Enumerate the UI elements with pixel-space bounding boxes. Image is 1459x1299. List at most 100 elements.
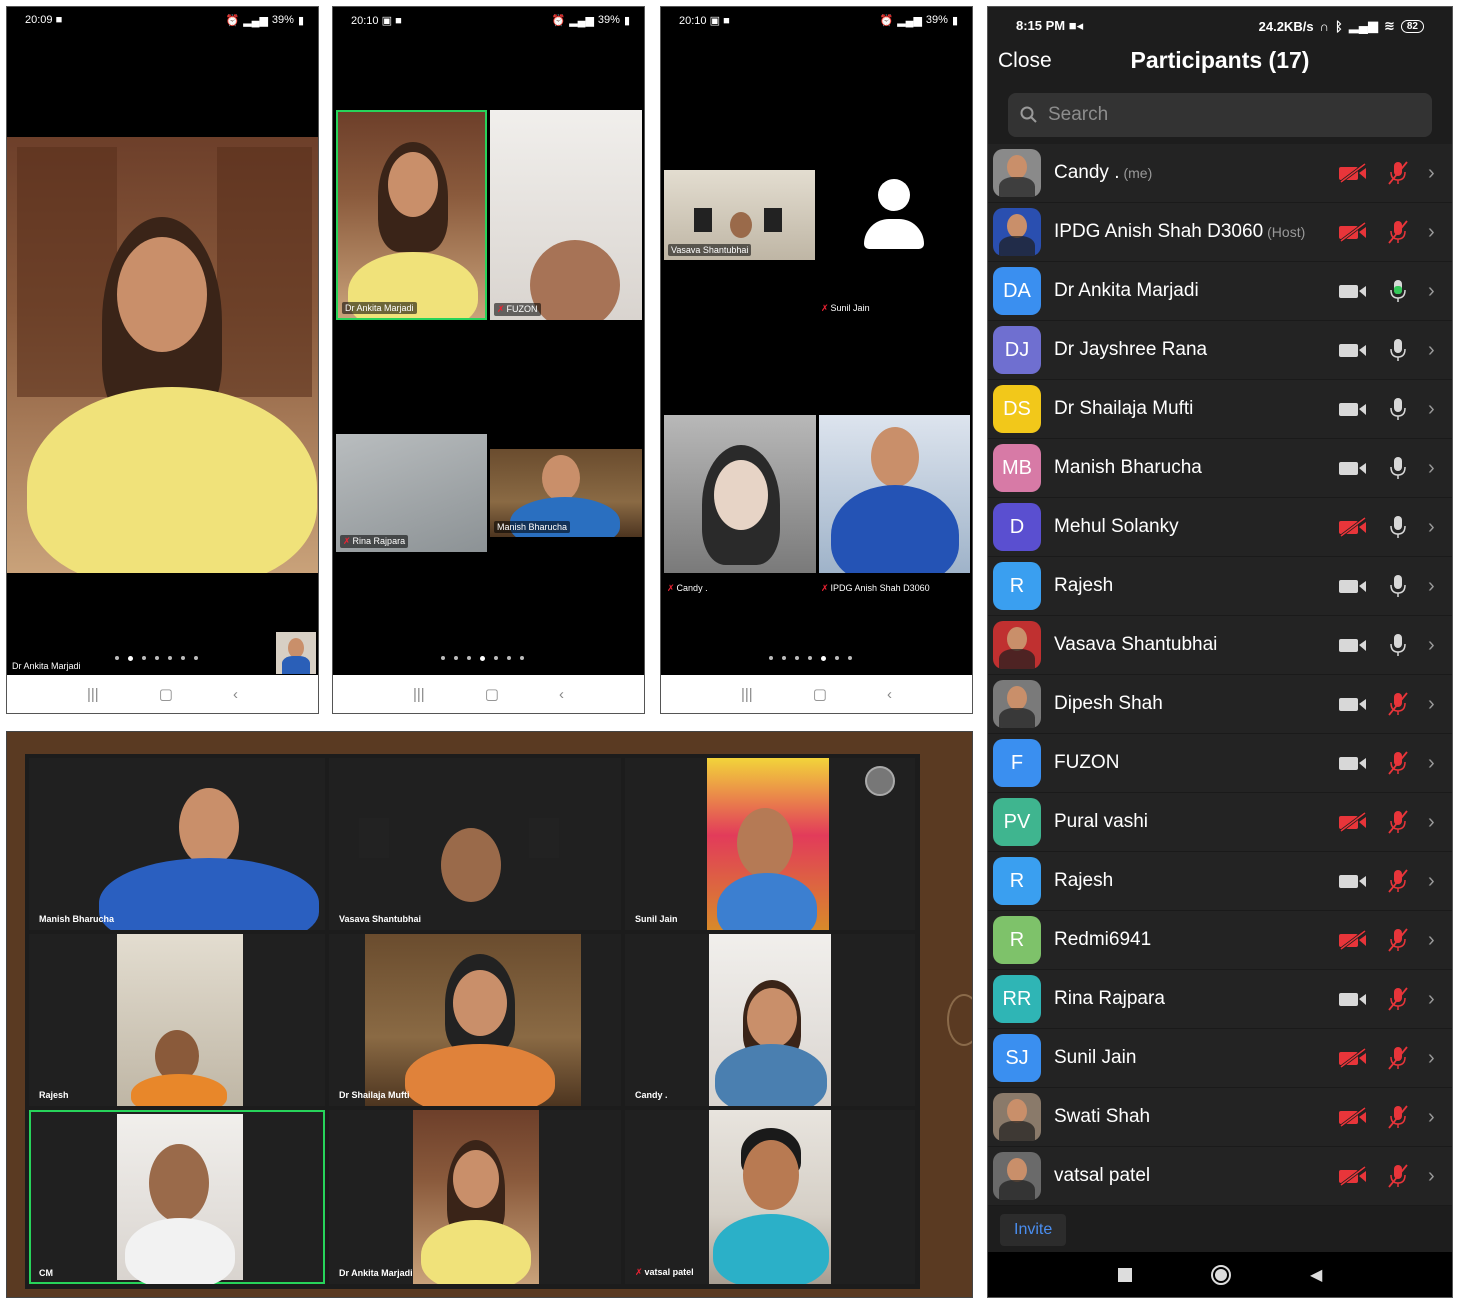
speaker-video[interactable]: [7, 137, 318, 573]
search-input[interactable]: Search: [1008, 93, 1432, 137]
video-on-icon[interactable]: [1338, 575, 1368, 597]
chevron-right-icon[interactable]: ›: [1428, 693, 1438, 716]
self-view-thumbnail[interactable]: [276, 632, 316, 674]
participant-row[interactable]: D Mehul Solanky ›: [988, 498, 1452, 557]
video-tile[interactable]: Manish Bharucha: [490, 449, 642, 537]
home-button[interactable]: ▢: [159, 685, 173, 703]
gallery-tile[interactable]: Candy .: [625, 934, 915, 1106]
video-tile[interactable]: [819, 415, 970, 573]
mic-muted-icon[interactable]: [1386, 691, 1410, 717]
participant-row[interactable]: F FUZON ›: [988, 734, 1452, 793]
gallery-tile[interactable]: Dr Ankita Marjadi: [329, 1110, 621, 1284]
mic-on-icon[interactable]: [1386, 337, 1410, 363]
mic-on-icon[interactable]: [1386, 396, 1410, 422]
video-on-icon[interactable]: [1338, 457, 1368, 479]
mic-muted-icon[interactable]: [1386, 160, 1410, 186]
chevron-right-icon[interactable]: ›: [1428, 1165, 1438, 1188]
video-on-icon[interactable]: [1338, 280, 1368, 302]
gallery-tile[interactable]: Vasava Shantubhai: [329, 758, 621, 930]
chevron-right-icon[interactable]: ›: [1428, 516, 1438, 539]
video-off-icon[interactable]: [1338, 811, 1368, 833]
chevron-right-icon[interactable]: ›: [1428, 221, 1438, 244]
participant-row[interactable]: DS Dr Shailaja Mufti ›: [988, 380, 1452, 439]
video-off-icon[interactable]: [1338, 162, 1368, 184]
chevron-right-icon[interactable]: ›: [1428, 811, 1438, 834]
gallery-tile[interactable]: Manish Bharucha: [29, 758, 325, 930]
back-button[interactable]: ‹: [559, 686, 564, 703]
back-button[interactable]: ‹: [887, 686, 892, 703]
participant-row[interactable]: PV Pural vashi ›: [988, 793, 1452, 852]
chevron-right-icon[interactable]: ›: [1428, 339, 1438, 362]
participant-row[interactable]: R Redmi6941 ›: [988, 911, 1452, 970]
recent-apps-button[interactable]: |||: [87, 686, 99, 703]
participant-row[interactable]: DA Dr Ankita Marjadi ›: [988, 262, 1452, 321]
recent-apps-button[interactable]: [1117, 1267, 1132, 1282]
participant-row[interactable]: R Rajesh ›: [988, 852, 1452, 911]
video-tile[interactable]: ✗ Rina Rajpara: [336, 434, 487, 552]
chevron-right-icon[interactable]: ›: [1428, 929, 1438, 952]
recent-apps-button[interactable]: |||: [741, 686, 753, 703]
participant-row[interactable]: Swati Shah ›: [988, 1088, 1452, 1147]
mic-muted-icon[interactable]: [1386, 219, 1410, 245]
video-off-icon[interactable]: [1338, 516, 1368, 538]
chevron-right-icon[interactable]: ›: [1428, 1047, 1438, 1070]
video-off-icon[interactable]: [1338, 221, 1368, 243]
chevron-right-icon[interactable]: ›: [1428, 398, 1438, 421]
chevron-right-icon[interactable]: ›: [1428, 752, 1438, 775]
video-tile[interactable]: ✗ FUZON: [490, 110, 642, 320]
video-tile[interactable]: Dr Ankita Marjadi: [336, 110, 487, 320]
home-button[interactable]: ▢: [485, 685, 499, 703]
chevron-right-icon[interactable]: ›: [1428, 988, 1438, 1011]
participant-row[interactable]: SJ Sunil Jain ›: [988, 1029, 1452, 1088]
participant-row[interactable]: R Rajesh ›: [988, 557, 1452, 616]
gallery-tile[interactable]: Dr Shailaja Mufti: [329, 934, 621, 1106]
invite-button[interactable]: Invite: [1000, 1214, 1067, 1246]
video-tile[interactable]: Vasava Shantubhai: [664, 170, 815, 260]
mic-on-icon[interactable]: [1386, 455, 1410, 481]
chevron-right-icon[interactable]: ›: [1428, 634, 1438, 657]
back-button[interactable]: ‹: [233, 686, 238, 703]
mic-muted-icon[interactable]: [1386, 927, 1410, 953]
chevron-right-icon[interactable]: ›: [1428, 162, 1438, 185]
mic-on-icon[interactable]: [1386, 632, 1410, 658]
gallery-tile[interactable]: ✗ vatsal patel: [625, 1110, 915, 1284]
video-on-icon[interactable]: [1338, 870, 1368, 892]
gallery-tile[interactable]: Rajesh: [29, 934, 325, 1106]
back-button[interactable]: ◀: [1310, 1265, 1322, 1285]
video-off-icon[interactable]: [1338, 1047, 1368, 1069]
participant-row[interactable]: Vasava Shantubhai ›: [988, 616, 1452, 675]
mic-muted-icon[interactable]: [1386, 1045, 1410, 1071]
chevron-right-icon[interactable]: ›: [1428, 870, 1438, 893]
home-button[interactable]: ▢: [813, 685, 827, 703]
mic-on-icon[interactable]: [1386, 514, 1410, 540]
chevron-right-icon[interactable]: ›: [1428, 457, 1438, 480]
mic-muted-icon[interactable]: [1386, 1104, 1410, 1130]
home-button[interactable]: [1210, 1264, 1231, 1285]
participant-row[interactable]: Candy . (me) ›: [988, 144, 1452, 203]
participant-row[interactable]: RR Rina Rajpara ›: [988, 970, 1452, 1029]
mic-muted-icon[interactable]: [1386, 868, 1410, 894]
video-on-icon[interactable]: [1338, 988, 1368, 1010]
video-on-icon[interactable]: [1338, 634, 1368, 656]
chevron-right-icon[interactable]: ›: [1428, 1106, 1438, 1129]
recent-apps-button[interactable]: |||: [413, 686, 425, 703]
gallery-tile-active-speaker[interactable]: CM: [29, 1110, 325, 1284]
video-off-icon[interactable]: [1338, 929, 1368, 951]
chevron-right-icon[interactable]: ›: [1428, 575, 1438, 598]
video-on-icon[interactable]: [1338, 398, 1368, 420]
video-on-icon[interactable]: [1338, 693, 1368, 715]
mic-muted-icon[interactable]: [1386, 750, 1410, 776]
participant-row[interactable]: DJ Dr Jayshree Rana ›: [988, 321, 1452, 380]
mic-speaking-icon[interactable]: [1386, 278, 1410, 304]
video-off-icon[interactable]: [1338, 1106, 1368, 1128]
participant-row[interactable]: vatsal patel ›: [988, 1147, 1452, 1206]
mic-muted-icon[interactable]: [1386, 986, 1410, 1012]
mic-muted-icon[interactable]: [1386, 809, 1410, 835]
chevron-right-icon[interactable]: ›: [1428, 280, 1438, 303]
participant-row[interactable]: Dipesh Shah ›: [988, 675, 1452, 734]
participant-row[interactable]: MB Manish Bharucha ›: [988, 439, 1452, 498]
mic-muted-icon[interactable]: [1386, 1163, 1410, 1189]
video-tile[interactable]: [664, 415, 816, 573]
video-off-icon[interactable]: [1338, 1165, 1368, 1187]
video-on-icon[interactable]: [1338, 339, 1368, 361]
